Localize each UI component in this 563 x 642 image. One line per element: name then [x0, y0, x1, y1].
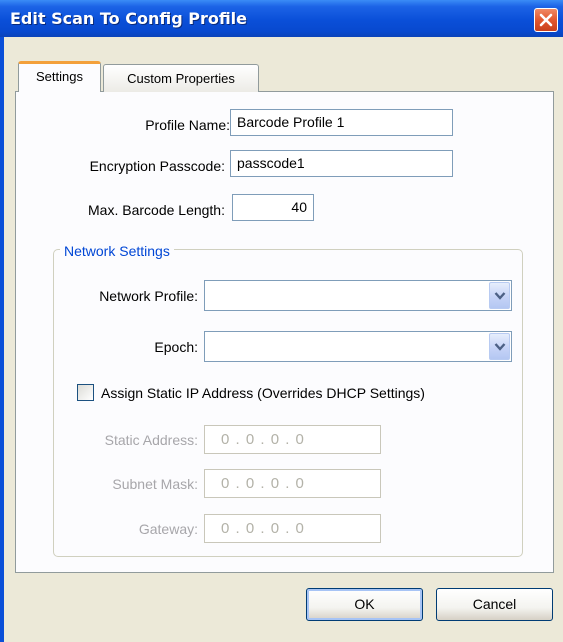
static-address-label: Static Address:	[104, 432, 198, 448]
subnet-mask-input[interactable]: 0 . 0 . 0 . 0	[204, 469, 381, 498]
tab-settings[interactable]: Settings	[18, 61, 101, 92]
epoch-label: Epoch:	[154, 339, 198, 355]
gateway-label: Gateway:	[138, 521, 198, 537]
close-button[interactable]	[534, 8, 558, 32]
network-settings-caption: Network Settings	[60, 243, 174, 259]
static-ip-checkbox-label[interactable]: Assign Static IP Address (Overrides DHCP…	[101, 385, 425, 401]
chevron-down-icon	[494, 292, 506, 300]
network-profile-label: Network Profile:	[99, 288, 198, 304]
cancel-button[interactable]: Cancel	[436, 588, 553, 621]
encryption-passcode-label: Encryption Passcode:	[89, 158, 225, 174]
profile-name-input[interactable]: Barcode Profile 1	[230, 109, 453, 136]
chevron-down-icon	[494, 343, 506, 351]
encryption-passcode-input[interactable]: passcode1	[230, 150, 453, 177]
tab-custom-properties[interactable]: Custom Properties	[103, 64, 259, 92]
epoch-dropdown-button[interactable]	[489, 333, 510, 360]
profile-name-label: Profile Name:	[145, 117, 230, 133]
network-profile-dropdown-button[interactable]	[489, 282, 510, 309]
close-x-icon	[539, 13, 553, 27]
max-barcode-length-input[interactable]: 40	[232, 194, 314, 221]
network-profile-select[interactable]	[204, 280, 512, 311]
epoch-select[interactable]	[204, 331, 512, 362]
subnet-mask-label: Subnet Mask:	[112, 476, 198, 492]
title-bar[interactable]: Edit Scan To Config Profile	[0, 0, 563, 37]
static-address-input[interactable]: 0 . 0 . 0 . 0	[204, 425, 381, 454]
gateway-input[interactable]: 0 . 0 . 0 . 0	[204, 514, 381, 543]
window-title: Edit Scan To Config Profile	[10, 9, 248, 28]
static-ip-checkbox[interactable]	[77, 384, 94, 401]
ok-button[interactable]: OK	[306, 588, 423, 621]
max-barcode-length-label: Max. Barcode Length:	[88, 202, 225, 218]
